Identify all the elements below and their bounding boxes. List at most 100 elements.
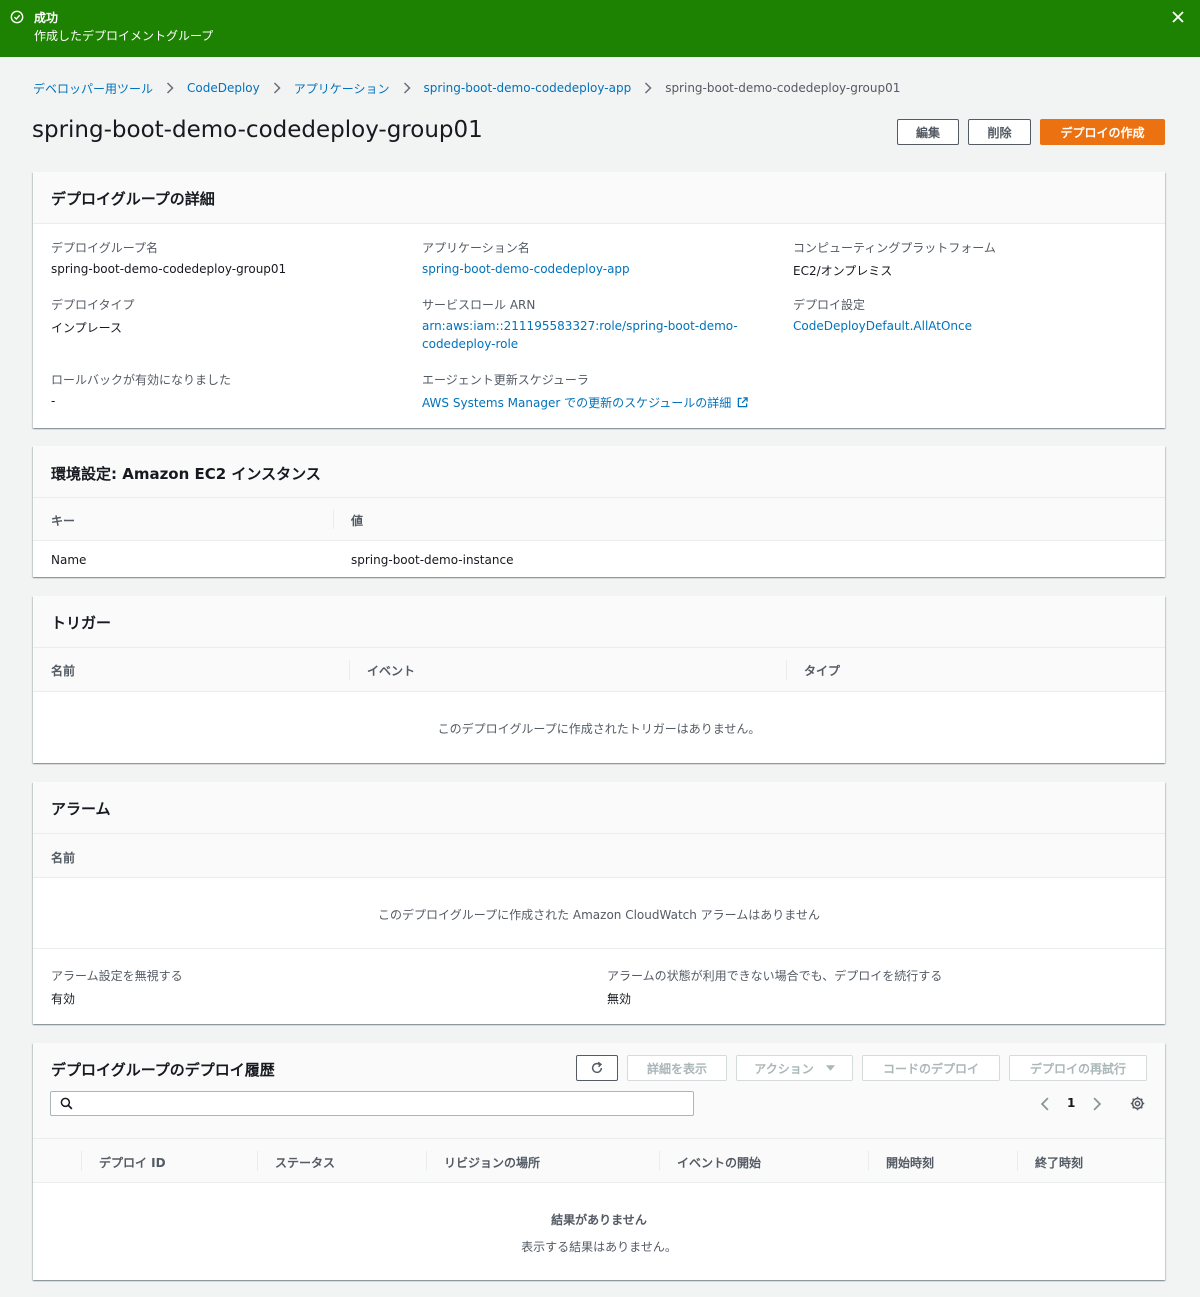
breadcrumb-developer-tools[interactable]: デベロッパー用ツール bbox=[33, 80, 153, 97]
create-deployment-button[interactable]: デプロイの作成 bbox=[1040, 119, 1165, 145]
rollback-value: - bbox=[51, 394, 56, 408]
triggers-table-header: 名前 イベント タイプ bbox=[33, 648, 1165, 692]
caret-down-icon bbox=[825, 1065, 835, 1071]
group-name-label: デプロイグループ名 bbox=[51, 241, 159, 255]
agent-scheduler-label: エージェント更新スケジューラ bbox=[422, 373, 589, 387]
history-empty-title: 結果がありません bbox=[551, 1213, 647, 1227]
search-field[interactable] bbox=[50, 1091, 694, 1116]
refresh-icon bbox=[591, 1061, 603, 1074]
role-arn-link[interactable]: arn:aws:iam::211195583327:role/spring-bo… bbox=[422, 319, 738, 333]
history-table-header: デプロイ ID ステータス リビジョンの場所 イベントの開始 開始時刻 終了時刻 bbox=[33, 1139, 1165, 1183]
column-revision-location[interactable]: リビジョンの場所 bbox=[444, 1154, 540, 1171]
gear-icon[interactable] bbox=[1130, 1096, 1145, 1111]
search-icon bbox=[60, 1097, 73, 1110]
column-divider bbox=[257, 1151, 258, 1171]
view-details-button[interactable]: 詳細を表示 bbox=[627, 1055, 727, 1081]
alarms-header: アラーム bbox=[33, 782, 1165, 834]
triggers-panel: トリガー 名前 イベント タイプ このデプロイグループに作成されたトリガーはあり… bbox=[33, 596, 1165, 763]
flash-title: 成功 bbox=[34, 11, 59, 25]
breadcrumb-applications[interactable]: アプリケーション bbox=[294, 80, 390, 97]
alarms-panel: アラーム 名前 このデプロイグループに作成された Amazon CloudWat… bbox=[33, 782, 1165, 1024]
history-empty-message: 表示する結果はありません。 bbox=[521, 1240, 677, 1254]
app-name-label: アプリケーション名 bbox=[422, 241, 530, 255]
env-row-value: spring-boot-demo-instance bbox=[351, 553, 514, 567]
group-name-value: spring-boot-demo-codedeploy-group01 bbox=[51, 262, 287, 276]
role-arn-label: サービスロール ARN bbox=[422, 298, 536, 312]
chevron-right-icon[interactable] bbox=[1092, 1097, 1102, 1111]
chevron-left-icon[interactable] bbox=[1040, 1097, 1050, 1111]
column-status[interactable]: ステータス bbox=[275, 1154, 335, 1171]
column-divider bbox=[349, 660, 350, 680]
chevron-right-icon bbox=[403, 82, 411, 94]
alarms-empty-message: このデプロイグループに作成された Amazon CloudWatch アラームは… bbox=[378, 908, 820, 922]
actions-label: アクション bbox=[754, 1061, 814, 1076]
column-value: 値 bbox=[351, 514, 364, 528]
environment-header: 環境設定: Amazon EC2 インスタンス bbox=[33, 446, 1165, 498]
breadcrumb-codedeploy[interactable]: CodeDeploy bbox=[187, 81, 260, 95]
column-end-time[interactable]: 終了時刻 bbox=[1035, 1154, 1083, 1171]
continue-deploy-label: アラームの状態が利用できない場合でも、デプロイを続行する bbox=[607, 969, 943, 983]
page-title: spring-boot-demo-codedeploy-group01 bbox=[32, 117, 483, 143]
column-divider bbox=[333, 509, 334, 529]
column-event-start[interactable]: イベントの開始 bbox=[677, 1154, 761, 1171]
column-event: イベント bbox=[367, 664, 416, 678]
check-circle-icon bbox=[10, 10, 24, 24]
platform-value: EC2/オンプレミス bbox=[793, 264, 893, 278]
breadcrumb: デベロッパー用ツール CodeDeploy アプリケーション spring-bo… bbox=[33, 80, 900, 96]
success-flash: 成功 作成したデプロイメントグループ bbox=[0, 0, 1200, 57]
breadcrumb-app[interactable]: spring-boot-demo-codedeploy-app bbox=[424, 81, 632, 95]
rollback-label: ロールバックが有効になりました bbox=[51, 373, 232, 387]
role-arn-link-cont[interactable]: codedeploy-role bbox=[422, 337, 518, 351]
divider bbox=[33, 948, 1165, 949]
column-deployment-id[interactable]: デプロイ ID bbox=[99, 1154, 166, 1171]
breadcrumb-current: spring-boot-demo-codedeploy-group01 bbox=[665, 81, 901, 95]
environment-panel: 環境設定: Amazon EC2 インスタンス キー 値 Name spring… bbox=[33, 446, 1165, 577]
close-icon[interactable] bbox=[1170, 9, 1186, 25]
search-input[interactable] bbox=[79, 1094, 679, 1113]
column-divider bbox=[786, 660, 787, 680]
app-name-link[interactable]: spring-boot-demo-codedeploy-app bbox=[422, 262, 630, 276]
ignore-alarm-label: アラーム設定を無視する bbox=[51, 969, 183, 983]
agent-scheduler-link[interactable]: AWS Systems Manager での更新のスケジュールの詳細 bbox=[422, 394, 731, 411]
external-link-icon[interactable] bbox=[737, 397, 748, 408]
column-key: キー bbox=[51, 514, 76, 528]
column-divider bbox=[659, 1151, 660, 1171]
chevron-right-icon bbox=[645, 82, 652, 94]
alarms-heading: アラーム bbox=[51, 800, 111, 818]
retry-deployment-button[interactable]: デプロイの再試行 bbox=[1009, 1055, 1147, 1081]
column-divider bbox=[81, 1151, 82, 1171]
column-start-time[interactable]: 開始時刻 bbox=[886, 1154, 934, 1171]
chevron-right-icon bbox=[273, 82, 281, 94]
column-divider bbox=[1017, 1151, 1018, 1171]
history-panel: デプロイグループのデプロイ履歴 詳細を表示 アクション コードのデプロイ デプロ… bbox=[33, 1043, 1165, 1280]
column-name: 名前 bbox=[51, 664, 76, 678]
deploy-code-button[interactable]: コードのデプロイ bbox=[862, 1055, 1000, 1081]
history-header: デプロイグループのデプロイ履歴 詳細を表示 アクション コードのデプロイ デプロ… bbox=[33, 1043, 1165, 1139]
actions-dropdown[interactable]: アクション bbox=[736, 1055, 853, 1081]
alarms-table-header: 名前 bbox=[33, 834, 1165, 878]
agent-scheduler-row: AWS Systems Manager での更新のスケジュールの詳細 bbox=[422, 394, 748, 411]
details-heading: デプロイグループの詳細 bbox=[51, 190, 215, 208]
details-header: デプロイグループの詳細 bbox=[33, 172, 1165, 224]
page-number[interactable]: 1 bbox=[1067, 1096, 1075, 1110]
environment-heading: 環境設定: Amazon EC2 インスタンス bbox=[51, 465, 321, 483]
column-divider bbox=[426, 1151, 427, 1171]
triggers-header: トリガー bbox=[33, 596, 1165, 648]
env-row-key: Name bbox=[51, 553, 87, 567]
delete-button[interactable]: 削除 bbox=[968, 119, 1031, 145]
chevron-right-icon bbox=[166, 82, 174, 94]
history-heading: デプロイグループのデプロイ履歴 bbox=[51, 1061, 275, 1079]
column-type: タイプ bbox=[804, 664, 841, 678]
refresh-button[interactable] bbox=[576, 1055, 618, 1081]
triggers-empty-message: このデプロイグループに作成されたトリガーはありません。 bbox=[437, 722, 761, 736]
deploy-type-label: デプロイタイプ bbox=[51, 298, 135, 312]
deploy-config-link[interactable]: CodeDeployDefault.AllAtOnce bbox=[793, 319, 972, 333]
continue-deploy-value: 無効 bbox=[607, 992, 632, 1006]
deploy-type-value: インプレース bbox=[51, 321, 123, 335]
flash-message: 作成したデプロイメントグループ bbox=[34, 29, 214, 43]
ignore-alarm-value: 有効 bbox=[51, 992, 76, 1006]
triggers-heading: トリガー bbox=[51, 614, 112, 632]
edit-button[interactable]: 編集 bbox=[897, 119, 959, 145]
details-panel: デプロイグループの詳細 デプロイグループ名 spring-boot-demo-c… bbox=[33, 172, 1165, 428]
column-name: 名前 bbox=[51, 851, 76, 865]
